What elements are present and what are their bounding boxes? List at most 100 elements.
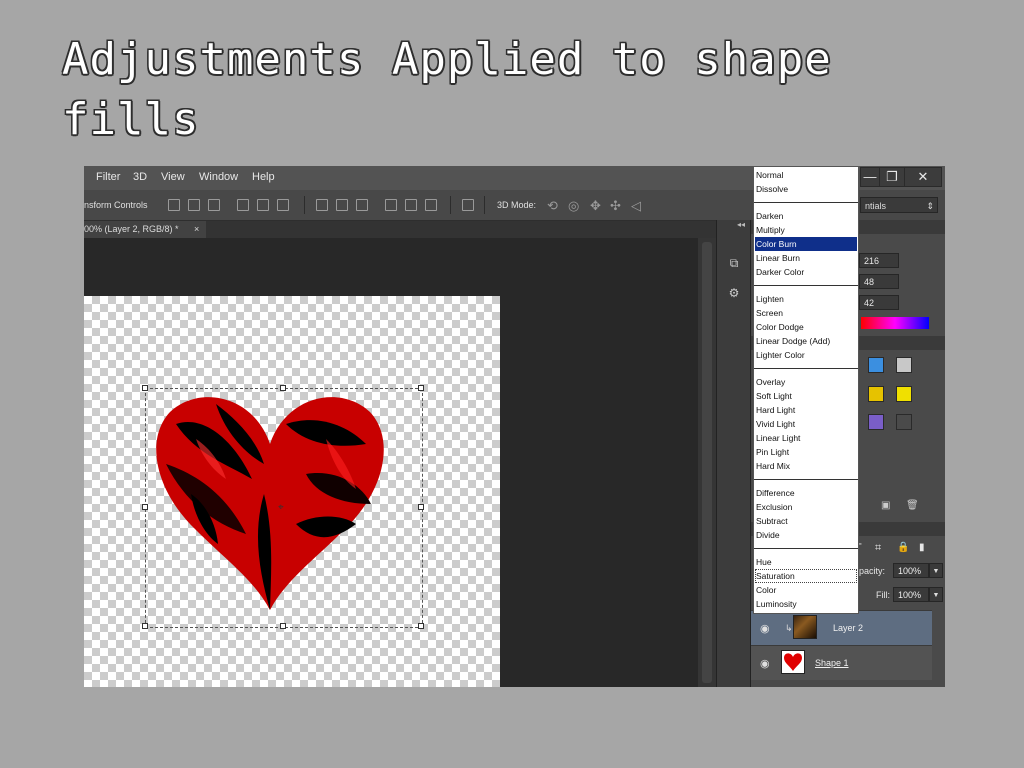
blend-mode-option[interactable]: Hue — [755, 555, 857, 569]
3d-roll-icon[interactable]: ◎ — [568, 198, 579, 214]
transform-handle-mr[interactable] — [418, 504, 424, 510]
blend-mode-option[interactable]: Linear Burn — [755, 251, 857, 265]
canvas[interactable]: ⌖ — [84, 296, 500, 687]
blend-mode-option[interactable]: Soft Light — [755, 389, 857, 403]
menu-filter[interactable]: Filter — [96, 171, 120, 183]
blend-mode-option[interactable]: Pin Light — [755, 445, 857, 459]
red-value-field[interactable]: 216 — [859, 253, 899, 268]
blend-mode-option[interactable]: Screen — [755, 306, 857, 320]
blend-mode-option[interactable]: Hard Mix — [755, 459, 857, 473]
eye-icon[interactable]: ◉ — [760, 657, 770, 670]
3d-scale-icon[interactable]: ◁ — [631, 198, 641, 214]
scrollbar-thumb[interactable] — [702, 242, 712, 683]
layer-name[interactable]: Shape 1 — [815, 658, 849, 668]
shape-filter-icon[interactable]: ⌗ — [875, 542, 881, 555]
align-vcenter-icon[interactable] — [188, 199, 200, 211]
layer-name[interactable]: Layer 2 — [833, 623, 863, 633]
blend-mode-option[interactable]: Darker Color — [755, 265, 857, 279]
blend-mode-option[interactable]: Normal — [755, 168, 857, 182]
transform-handle-tl[interactable] — [142, 385, 148, 391]
distribute-bottom-icon[interactable] — [356, 199, 368, 211]
blend-mode-option[interactable]: Luminosity — [755, 597, 857, 611]
blend-mode-option[interactable]: Overlay — [755, 375, 857, 389]
blend-mode-option[interactable]: Difference — [755, 486, 857, 500]
restore-button[interactable]: ❐ — [879, 167, 905, 187]
color-ramp[interactable] — [861, 317, 929, 329]
transform-handle-br[interactable] — [418, 623, 424, 629]
blend-mode-option[interactable]: Subtract — [755, 514, 857, 528]
blend-mode-option[interactable]: Color Burn — [755, 237, 857, 251]
filter-toggle-icon[interactable]: ▮ — [919, 542, 925, 553]
blend-mode-option[interactable]: Divide — [755, 528, 857, 542]
transform-handle-ml[interactable] — [142, 504, 148, 510]
blend-mode-option[interactable]: Saturation — [755, 569, 857, 583]
transform-handle-tc[interactable] — [280, 385, 286, 391]
opacity-field[interactable]: 100% — [893, 563, 929, 578]
blend-mode-option[interactable]: Vivid Light — [755, 417, 857, 431]
blend-mode-option[interactable]: Darken — [755, 209, 857, 223]
document-tab[interactable]: 00% (Layer 2, RGB/8) * × — [84, 221, 206, 238]
swatch-dark[interactable] — [896, 414, 912, 430]
distribute-left-icon[interactable] — [385, 199, 397, 211]
3d-slide-icon[interactable]: ✣ — [610, 198, 621, 214]
auto-align-icon[interactable] — [462, 199, 474, 211]
menu-view[interactable]: View — [161, 171, 185, 183]
menu-help[interactable]: Help — [252, 171, 275, 183]
blend-mode-option[interactable]: Dissolve — [755, 182, 857, 196]
minimize-button[interactable]: — — [860, 167, 880, 187]
swatch-yellow[interactable] — [896, 386, 912, 402]
eye-icon[interactable]: ◉ — [760, 622, 770, 635]
blend-mode-option[interactable]: Lighter Color — [755, 348, 857, 362]
new-swatch-icon[interactable]: ▣ — [881, 500, 890, 511]
transform-handle-bc[interactable] — [280, 623, 286, 629]
menu-3d[interactable]: 3D — [133, 171, 147, 183]
workspace-select[interactable]: ntials ⇕ — [860, 197, 938, 213]
blend-mode-option[interactable]: Multiply — [755, 223, 857, 237]
opacity-dropdown-icon[interactable]: ▼ — [929, 563, 943, 578]
align-top-icon[interactable] — [168, 199, 180, 211]
blend-mode-option[interactable]: Linear Dodge (Add) — [755, 334, 857, 348]
swatch-yellow-black[interactable] — [868, 386, 884, 402]
layer-row[interactable]: ◉ Shape 1 — [751, 645, 932, 680]
blend-mode-option[interactable]: Color — [755, 583, 857, 597]
collapse-arrows-icon[interactable]: ◂◂ — [737, 220, 745, 229]
blend-mode-option[interactable]: Hard Light — [755, 403, 857, 417]
distribute-hcenter-icon[interactable] — [405, 199, 417, 211]
blend-mode-option[interactable]: Lighten — [755, 292, 857, 306]
tab-close-icon[interactable]: × — [194, 221, 199, 238]
smart-object-filter-icon[interactable]: 🔒 — [897, 542, 909, 553]
transform-handle-bl[interactable] — [142, 623, 148, 629]
trash-icon[interactable]: 🗑 — [906, 500, 919, 511]
align-right-icon[interactable] — [277, 199, 289, 211]
fill-field[interactable]: 100% — [893, 587, 929, 602]
green-value-field[interactable]: 48 — [859, 274, 899, 289]
swatch-purple[interactable] — [868, 414, 884, 430]
3d-rotate-icon[interactable]: ⟲ — [547, 198, 558, 214]
blend-mode-option[interactable]: Linear Light — [755, 431, 857, 445]
blend-mode-dropdown[interactable]: Normal Dissolve Darken Multiply Color Burn Li… — [753, 166, 859, 614]
distribute-vcenter-icon[interactable] — [336, 199, 348, 211]
distribute-top-icon[interactable] — [316, 199, 328, 211]
swatch-gray[interactable] — [896, 357, 912, 373]
align-bottom-icon[interactable] — [208, 199, 220, 211]
properties-icon[interactable]: ⚙ — [724, 283, 744, 303]
separator — [304, 196, 305, 214]
reference-point-icon[interactable]: ⌖ — [278, 502, 284, 513]
blue-value-field[interactable]: 42 — [859, 295, 899, 310]
blend-mode-option[interactable]: Exclusion — [755, 500, 857, 514]
3d-pan-icon[interactable]: ✥ — [590, 198, 601, 214]
history-icon[interactable]: ⧉ — [724, 253, 744, 273]
layer-row[interactable]: ◉ ↳ Layer 2 — [751, 610, 932, 645]
align-left-icon[interactable] — [237, 199, 249, 211]
distribute-right-icon[interactable] — [425, 199, 437, 211]
vertical-scrollbar[interactable] — [698, 238, 716, 687]
blend-mode-option[interactable]: Color Dodge — [755, 320, 857, 334]
transform-bounding-box[interactable] — [145, 388, 423, 628]
close-button[interactable]: ✕ — [904, 167, 942, 187]
transform-controls-label[interactable]: nsform Controls — [84, 200, 148, 210]
fill-dropdown-icon[interactable]: ▼ — [929, 587, 943, 602]
align-hcenter-icon[interactable] — [257, 199, 269, 211]
menu-window[interactable]: Window — [199, 171, 238, 183]
transform-handle-tr[interactable] — [418, 385, 424, 391]
swatch-blue[interactable] — [868, 357, 884, 373]
